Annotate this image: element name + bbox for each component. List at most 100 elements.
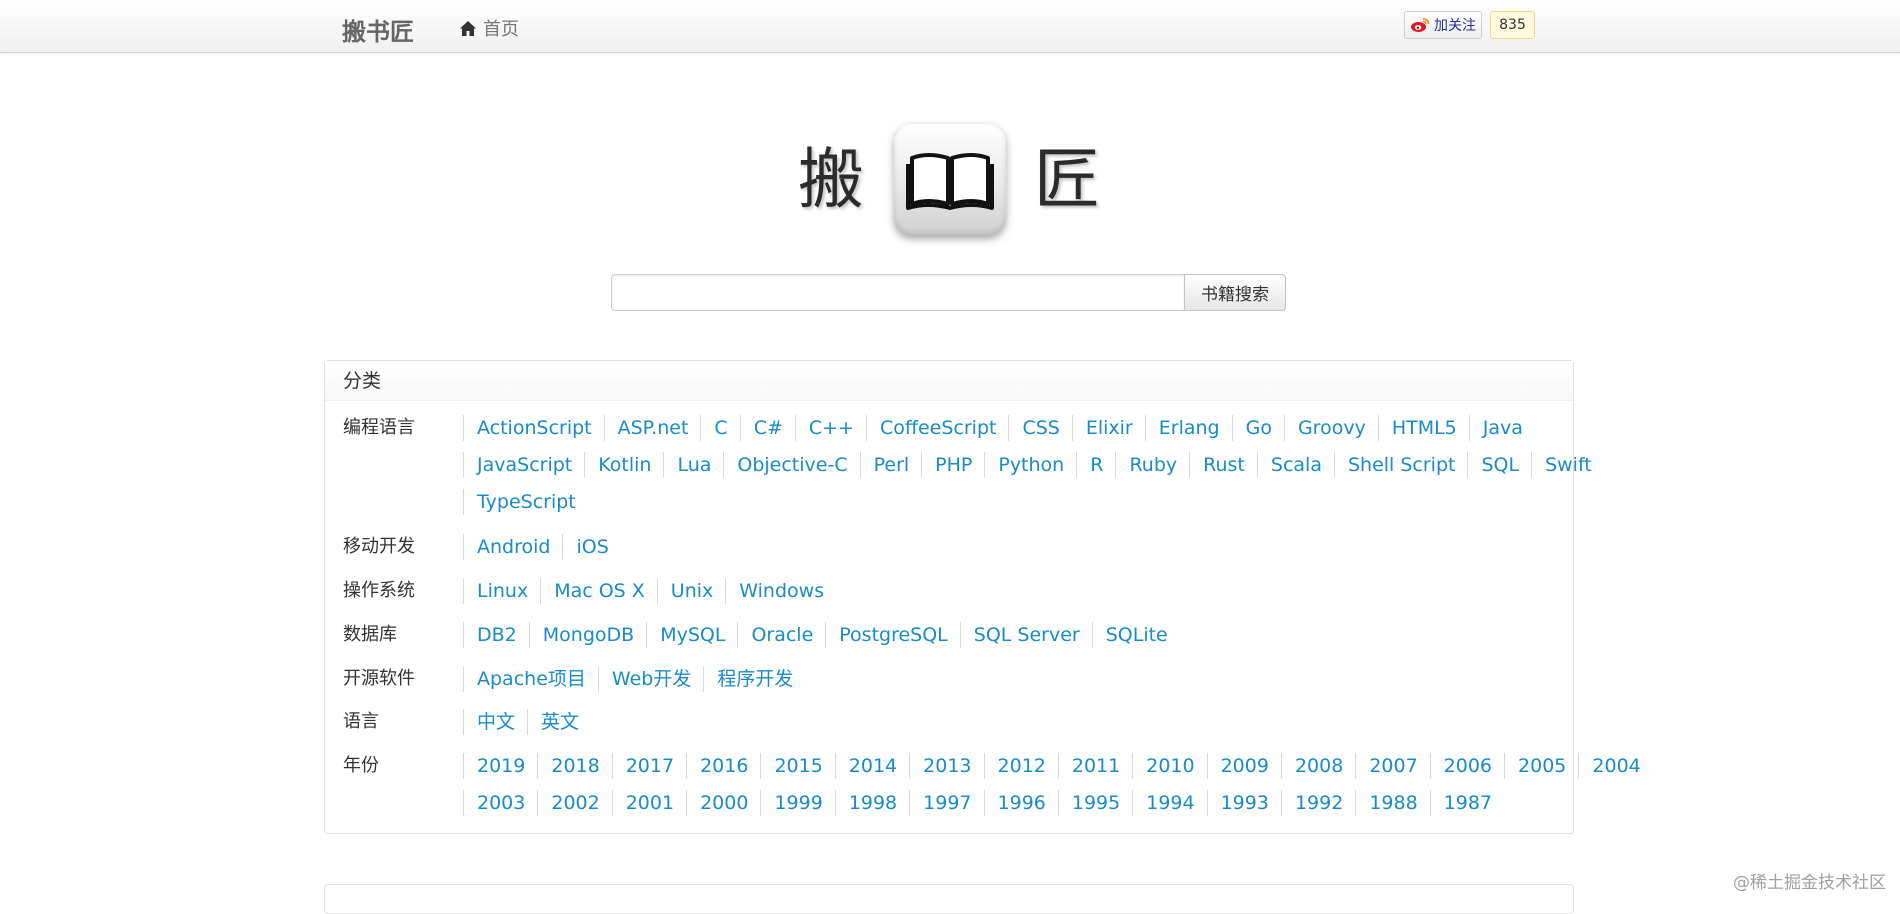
category-link[interactable]: 2009 (1206, 752, 1281, 779)
category-link-line: 中文 英文 (463, 703, 1553, 740)
brand-logo-link[interactable]: 搬书匠 (342, 12, 414, 47)
category-link[interactable]: Groovy (1283, 414, 1378, 441)
category-link[interactable]: ASP.net (603, 414, 701, 441)
category-link[interactable]: 2019 (463, 752, 537, 779)
category-link[interactable]: Ruby (1115, 451, 1189, 478)
category-link[interactable]: 2001 (611, 789, 686, 816)
category-link[interactable]: Rust (1189, 451, 1257, 478)
category-link[interactable]: Scala (1256, 451, 1334, 478)
category-link[interactable]: 1993 (1206, 789, 1281, 816)
category-link-line: Apache项目 Web开发 程序开发 (463, 660, 1553, 697)
category-link[interactable]: 1994 (1132, 789, 1206, 816)
category-link[interactable]: 2015 (760, 752, 834, 779)
category-link[interactable]: Unix (656, 577, 725, 604)
category-link-line: DB2 MongoDB MySQL Oracle PostgreSQL SQL Serve… (463, 616, 1553, 653)
category-link[interactable]: 1997 (909, 789, 983, 816)
category-link[interactable]: 1992 (1280, 789, 1355, 816)
category-link[interactable]: Apache项目 (463, 665, 598, 692)
category-link[interactable]: 2000 (686, 789, 760, 816)
category-link[interactable]: 1995 (1057, 789, 1132, 816)
home-icon (460, 20, 476, 36)
category-panel: 分类 编程语言 ActionScript ASP.net C C# C++ CoffeeSc… (324, 360, 1641, 834)
category-link[interactable]: 2016 (686, 752, 760, 779)
category-link[interactable]: C# (739, 414, 795, 441)
category-link-list: DB2 MongoDB MySQL Oracle PostgreSQL SQL Serve… (463, 616, 1553, 653)
nav-home-link[interactable]: 首页 (459, 15, 519, 41)
category-link[interactable]: 2004 (1578, 752, 1652, 779)
category-link[interactable]: Swift (1531, 451, 1604, 478)
category-link[interactable]: 2014 (834, 752, 909, 779)
category-link[interactable]: 1987 (1429, 789, 1504, 816)
category-link[interactable]: 1998 (834, 789, 909, 816)
category-link[interactable]: Shell Script (1333, 451, 1468, 478)
category-link-line: ActionScript ASP.net C C# C++ CoffeeScript CSS… (463, 409, 1553, 446)
category-row-label: 操作系统 (343, 580, 415, 601)
category-link[interactable]: Lua (663, 451, 723, 478)
category-link[interactable]: DB2 (463, 621, 529, 648)
category-link-list: 2019 2018 2017 2016 2015 2014 2013 2012 2011 2010… (463, 747, 1641, 821)
category-link[interactable]: SQL Server (959, 621, 1092, 648)
category-link[interactable]: Linux (463, 577, 540, 604)
category-link[interactable]: 2005 (1504, 752, 1578, 779)
category-link[interactable]: 2012 (983, 752, 1058, 779)
category-link[interactable]: Python (984, 451, 1076, 478)
category-row-label: 编程语言 (343, 417, 415, 438)
category-link[interactable]: PHP (921, 451, 984, 478)
category-link-line: TypeScript (463, 483, 1553, 520)
category-panel-title: 分类 (325, 361, 1573, 401)
category-link[interactable]: PostgreSQL (825, 621, 960, 648)
category-link[interactable]: Perl (859, 451, 922, 478)
category-link-list: Android iOS (463, 528, 1553, 565)
category-link[interactable]: Erlang (1144, 414, 1232, 441)
category-link[interactable]: C (700, 414, 739, 441)
category-link[interactable]: 1988 (1355, 789, 1429, 816)
category-link[interactable]: 1996 (983, 789, 1058, 816)
category-link[interactable]: 2017 (611, 752, 686, 779)
category-link[interactable]: SQL (1467, 451, 1531, 478)
category-link[interactable]: JavaScript (463, 451, 584, 478)
category-link[interactable]: Kotlin (584, 451, 663, 478)
category-link[interactable]: 英文 (527, 708, 591, 735)
category-link[interactable]: 2011 (1057, 752, 1132, 779)
category-link[interactable]: CSS (1008, 414, 1071, 441)
category-link[interactable]: TypeScript (463, 488, 588, 515)
category-link[interactable]: 2006 (1429, 752, 1504, 779)
category-link[interactable]: SQLite (1091, 621, 1180, 648)
category-link[interactable]: Objective-C (723, 451, 859, 478)
book-search-button[interactable]: 书籍搜索 (1184, 274, 1286, 311)
category-link[interactable]: 1999 (760, 789, 834, 816)
category-link[interactable]: C++ (794, 414, 866, 441)
category-link[interactable]: 2007 (1355, 752, 1429, 779)
category-link[interactable]: 2013 (909, 752, 983, 779)
category-link[interactable]: 程序开发 (703, 665, 805, 692)
category-link[interactable]: MongoDB (528, 621, 646, 648)
site-logo: 搬 匠 (790, 118, 1110, 238)
category-link[interactable]: iOS (562, 533, 620, 560)
category-link-list: Linux Mac OS X Unix Windows (463, 572, 1553, 609)
logo-char-right: 匠 (1034, 141, 1100, 218)
category-link[interactable]: Android (463, 533, 562, 560)
category-link[interactable]: MySQL (646, 621, 737, 648)
weibo-follow-button[interactable]: 加关注 (1404, 11, 1482, 39)
category-link[interactable]: 2002 (537, 789, 611, 816)
category-link[interactable]: Java (1468, 414, 1535, 441)
category-link[interactable]: 中文 (463, 708, 527, 735)
category-link[interactable]: Windows (725, 577, 836, 604)
category-link-list: ActionScript ASP.net C C# C++ CoffeeScript CSS… (463, 409, 1592, 520)
category-link[interactable]: Go (1231, 414, 1284, 441)
category-link[interactable]: R (1076, 451, 1115, 478)
category-link[interactable]: Oracle (737, 621, 825, 648)
category-link[interactable]: ActionScript (463, 414, 604, 441)
category-link[interactable]: 2008 (1280, 752, 1355, 779)
category-link[interactable]: CoffeeScript (865, 414, 1008, 441)
category-link[interactable]: Mac OS X (540, 577, 657, 604)
category-link[interactable]: Web开发 (597, 665, 703, 692)
category-link[interactable]: HTML5 (1377, 414, 1469, 441)
category-link[interactable]: 2003 (463, 789, 537, 816)
category-link-line: Android iOS (463, 528, 1553, 565)
category-link[interactable]: Elixir (1071, 414, 1145, 441)
category-link[interactable]: 2018 (537, 752, 611, 779)
category-link[interactable]: 2010 (1132, 752, 1206, 779)
book-search-input[interactable] (611, 274, 1185, 311)
category-row-label: 数据库 (343, 624, 397, 645)
